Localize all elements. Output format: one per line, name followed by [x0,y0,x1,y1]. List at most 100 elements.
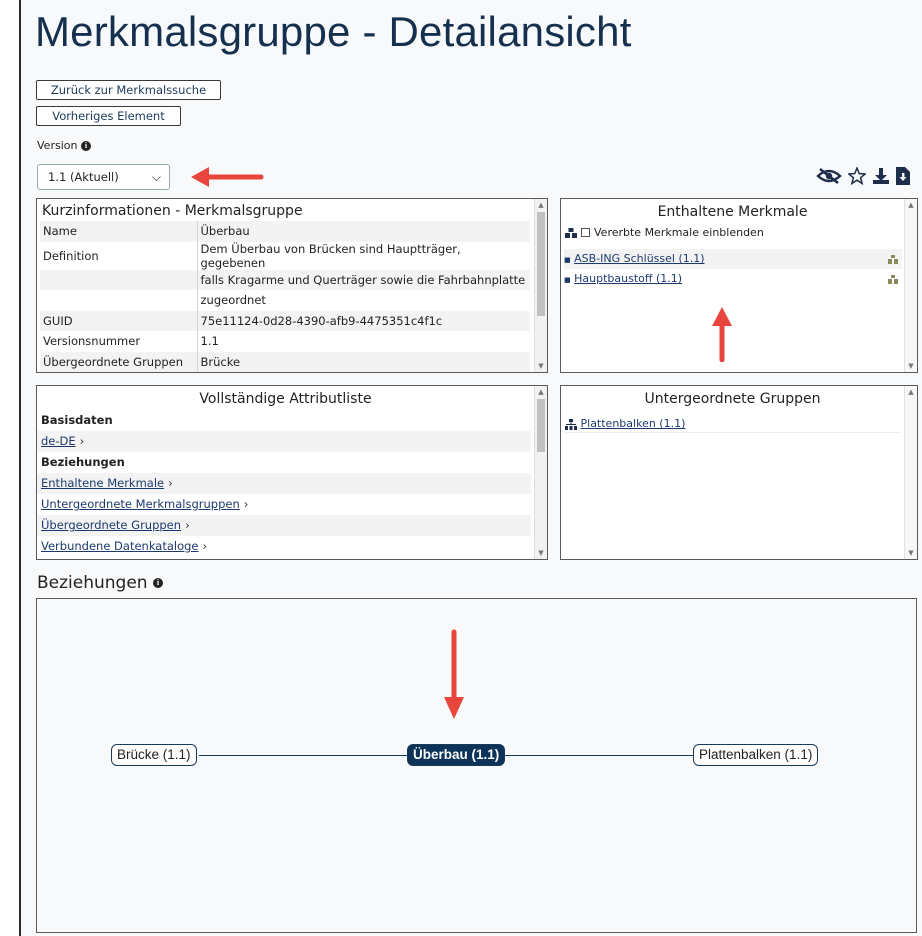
merkmale-list: ■ ASB-ING Schlüssel (1.1) ■ Hauptbaustof… [564,249,902,289]
list-item: Verbundene Datenkataloge › [37,536,531,557]
list-item: de-DE › [37,431,531,452]
inherited-checkbox-label: Vererbte Merkmale einblenden [594,226,764,239]
untergruppen-panel: Untergeordnete Gruppen Plattenbalken (1.… [560,385,918,560]
merkmal-link[interactable]: Hauptbaustoff (1.1) [574,272,682,285]
relations-graph[interactable]: Brücke (1.1) Überbau (1.1) Plattenbalken… [36,598,917,933]
info-icon[interactable]: i [152,578,163,588]
inherited-toggle-row: Vererbte Merkmale einblenden [565,226,917,239]
scroll-up-icon[interactable]: ▲ [535,386,547,398]
kurzinfo-value: 75e11124-0d28-4390-afb9-4475351c4f1c [197,310,530,331]
table-row: Übergeordnete Gruppen Brücke [40,351,530,372]
scroll-up-icon[interactable]: ▲ [905,386,917,398]
chevron-right-icon[interactable]: › [80,434,85,448]
list-item: ■ Hauptbaustoff (1.1) [564,269,902,289]
kurzinfo-key: GUID [40,310,198,331]
beziehungen-title: Beziehungen [37,573,148,593]
kurzinfo-value: Brücke [197,351,530,372]
file-download-icon[interactable] [896,167,910,189]
chevron-right-icon[interactable]: › [203,539,208,553]
table-row: Versionsnummer 1.1 [40,331,530,352]
chevron-right-icon[interactable]: › [244,497,249,511]
page-title: Merkmalsgruppe - Detailansicht [35,8,632,55]
previous-element-button[interactable]: Vorheriges Element [36,106,181,126]
table-row: falls Kragarme und Querträger sowie die … [40,269,530,290]
scroll-thumb[interactable] [537,399,545,452]
untergruppe-link[interactable]: Plattenbalken (1.1) [581,417,686,430]
structure-icon [888,275,898,284]
star-icon[interactable] [846,166,868,189]
table-row: zugeordnet [40,290,530,311]
scroll-thumb[interactable] [537,212,545,316]
download-icon[interactable] [872,167,890,189]
version-label-text: Version [37,139,78,152]
scroll-down-icon[interactable]: ▼ [905,360,917,372]
list-item: ■ ASB-ING Schlüssel (1.1) [564,249,902,269]
kurzinfo-value: zugeordnet [200,293,266,308]
structure-icon [888,255,898,264]
table-row: GUID 75e11124-0d28-4390-afb9-4475351c4f1c [40,310,530,331]
graph-node-parent[interactable]: Brücke (1.1) [111,744,197,766]
table-row: Definition Dem Überbau von Brücken sind H… [40,241,530,270]
back-to-search-button[interactable]: Zurück zur Merkmalssuche [36,80,221,100]
chevron-right-icon[interactable]: › [168,476,173,490]
untergruppen-title: Untergeordnete Gruppen [644,391,821,407]
scroll-down-icon[interactable]: ▼ [905,547,917,559]
list-item: Übergeordnete Gruppen › [37,515,531,536]
kurzinfo-key [40,290,198,311]
attribute-title: Vollständige Attributliste [199,391,372,407]
merkmal-link[interactable]: ASB-ING Schlüssel (1.1) [574,252,704,265]
kurzinfo-panel: Kurzinformationen - Merkmalsgruppe Name Ü… [36,198,548,373]
attribute-link[interactable]: Enthaltene Merkmale [41,476,164,490]
scroll-down-icon[interactable]: ▼ [535,360,547,372]
table-row: Name Überbau [40,221,530,242]
sitemap-icon [565,418,577,430]
attribute-panel: Vollständige Attributliste Basisdaten de… [36,385,548,560]
red-arrow-down-icon [444,629,464,719]
attribute-section-header: Beziehungen [41,455,125,469]
version-select[interactable]: 1.1 (Aktuell) ⌵ [37,164,170,190]
hierarchy-icon [565,227,577,238]
list-item: Plattenbalken (1.1) [565,415,901,433]
attribute-list: Basisdaten de-DE › Beziehungen Enthaltene… [37,410,547,557]
attribute-link[interactable]: Verbundene Datenkataloge [41,539,199,553]
attribute-link[interactable]: Übergeordnete Gruppen [41,518,181,532]
kurzinfo-table: Name Überbau Definition Dem Überbau von Br… [40,221,530,372]
attribute-link[interactable]: Untergeordnete Merkmalsgruppen [41,497,240,511]
eye-slash-icon[interactable] [816,167,842,189]
info-icon[interactable]: i [80,141,91,151]
kurzinfo-key: Definition [40,241,198,270]
kurzinfo-value: Überbau [197,221,530,242]
scroll-down-icon[interactable]: ▼ [535,547,547,559]
scroll-up-icon[interactable]: ▲ [535,199,547,211]
chevron-down-icon: ⌵ [151,170,161,184]
red-arrow-up-icon [712,307,732,362]
graph-node-current[interactable]: Überbau (1.1) [407,744,506,766]
red-arrow-left-icon [191,167,264,187]
beziehungen-heading: Beziehungen i [37,573,163,593]
graph-node-child[interactable]: Plattenbalken (1.1) [693,744,819,766]
bullet-icon: ■ [564,276,571,284]
merkmale-scrollbar[interactable]: ▲ ▼ [904,199,917,372]
untergruppen-scrollbar[interactable]: ▲ ▼ [904,386,917,559]
kurzinfo-key [40,269,198,290]
graph-edge [199,755,409,756]
scroll-up-icon[interactable]: ▲ [905,199,917,211]
graph-edge [503,755,695,756]
version-label: Version i [37,139,91,152]
kurzinfo-key: Name [40,221,198,242]
kurzinfo-value: 1.1 [200,334,219,349]
kurzinfo-key: Übergeordnete Gruppen [40,351,198,372]
toolbar [816,166,910,189]
list-item: Untergeordnete Merkmalsgruppen › [37,494,531,515]
kurzinfo-scrollbar[interactable]: ▲ ▼ [534,199,547,372]
chevron-right-icon[interactable]: › [185,518,190,532]
merkmale-title: Enthaltene Merkmale [657,204,808,220]
attribute-scrollbar[interactable]: ▲ ▼ [534,386,547,559]
list-item: Enthaltene Merkmale › [37,473,531,494]
kurzinfo-value: Dem Überbau von Brücken sind Hauptträger… [200,241,461,270]
merkmale-panel: Enthaltene Merkmale Vererbte Merkmale ei… [560,198,918,373]
attribute-link[interactable]: de-DE [41,434,76,448]
inherited-checkbox[interactable] [581,228,590,237]
kurzinfo-key: Versionsnummer [40,331,198,352]
kurzinfo-value: falls Kragarme und Querträger sowie die … [197,269,530,290]
